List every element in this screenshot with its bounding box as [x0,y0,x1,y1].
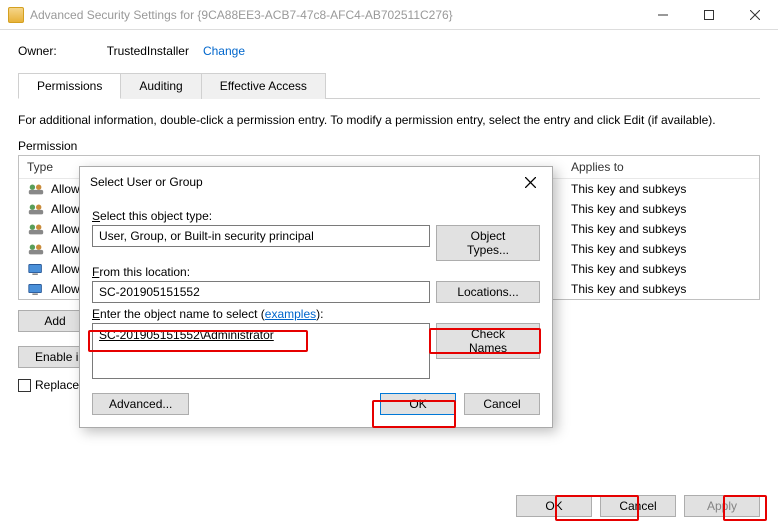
location-label: From this location: [92,265,540,279]
advanced-button[interactable]: Advanced... [92,393,189,415]
computer-icon [27,281,47,297]
entry-applies: This key and subkeys [571,262,751,276]
change-owner-link[interactable]: Change [203,44,245,58]
entry-applies: This key and subkeys [571,182,751,196]
entry-applies: This key and subkeys [571,242,751,256]
folder-icon [8,7,24,23]
object-name-input[interactable]: SC-201905151552\Administrator [92,323,430,379]
computer-icon [27,261,47,277]
owner-value: TrustedInstaller [107,44,189,58]
titlebar: Advanced Security Settings for {9CA88EE3… [0,0,778,30]
dialog-ok-button[interactable]: OK [380,393,456,415]
tab-auditing[interactable]: Auditing [120,73,201,99]
check-names-button[interactable]: Check Names [436,323,540,359]
owner-label: Owner: [18,44,57,58]
footer-buttons: OK Cancel Apply [516,495,760,517]
entry-applies: This key and subkeys [571,202,751,216]
users-icon [27,201,47,217]
minimize-button[interactable] [640,0,686,30]
info-text: For additional information, double-click… [18,113,760,127]
examples-link[interactable]: examples [265,307,316,321]
dialog-close-button[interactable] [516,171,544,193]
close-button[interactable] [732,0,778,30]
permission-entries-label: Permission [18,139,760,153]
tabs: Permissions Auditing Effective Access [18,72,760,99]
apply-button[interactable]: Apply [684,495,760,517]
window-title: Advanced Security Settings for {9CA88EE3… [30,8,640,22]
users-icon [27,181,47,197]
entry-applies: This key and subkeys [571,222,751,236]
location-field: SC-201905151552 [92,281,430,303]
tab-permissions[interactable]: Permissions [18,73,121,99]
users-icon [27,241,47,257]
object-type-label: Select this object type: [92,209,540,223]
maximize-button[interactable] [686,0,732,30]
tab-effective-access[interactable]: Effective Access [201,73,326,99]
replace-checkbox[interactable] [18,379,31,392]
dialog-title: Select User or Group [90,175,516,189]
dialog-cancel-button[interactable]: Cancel [464,393,540,415]
users-icon [27,221,47,237]
column-applies[interactable]: Applies to [571,160,751,174]
cancel-button[interactable]: Cancel [600,495,676,517]
locations-button[interactable]: Locations... [436,281,540,303]
object-type-field: User, Group, or Built-in security princi… [92,225,430,247]
object-name-label: Enter the object name to select (example… [92,307,540,321]
ok-button[interactable]: OK [516,495,592,517]
object-types-button[interactable]: Object Types... [436,225,540,261]
select-user-dialog: Select User or Group Select this object … [79,166,553,428]
entry-applies: This key and subkeys [571,282,751,296]
